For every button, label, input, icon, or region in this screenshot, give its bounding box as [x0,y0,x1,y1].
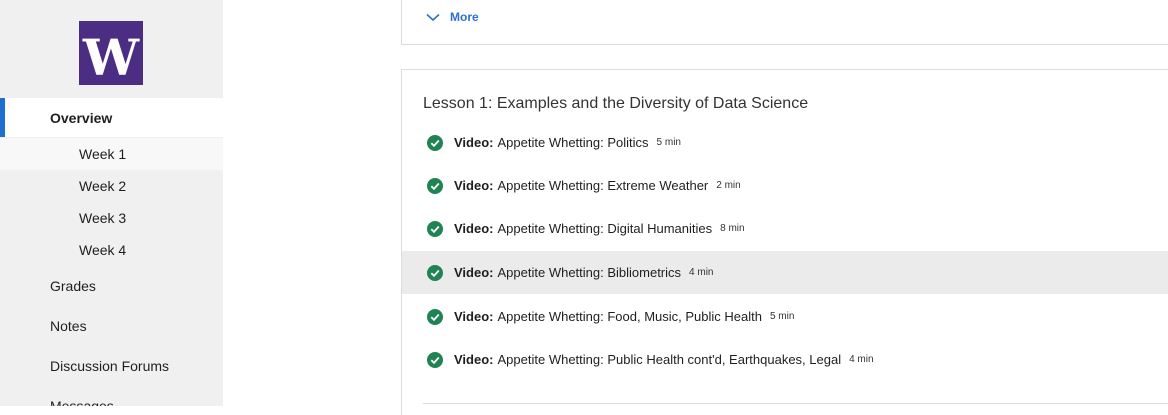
divider [423,403,1168,404]
item-title: Appetite Whetting: Extreme Weather [497,178,709,193]
svg-text:W: W [82,28,140,85]
check-circle-icon [427,221,443,237]
w-logo-icon: W [82,28,140,85]
item-duration: 2 min [716,180,741,191]
sidebar-item-discussion-forums[interactable]: Discussion Forums [0,346,223,386]
sidebar-item-label: Notes [50,318,87,334]
sidebar-item-week-3[interactable]: Week 3 [0,202,223,234]
item-duration: 5 min [656,137,681,148]
check-circle-icon [427,352,443,368]
check-circle-icon [427,265,443,281]
check-circle-icon [427,135,443,151]
lesson-item-2[interactable]: Video: Appetite Whetting: Extreme Weathe… [402,164,1168,207]
item-title: Appetite Whetting: Bibliometrics [497,265,682,280]
sidebar: W Overview Week 1 Week 2 Week 3 Week 4 G… [0,0,223,406]
lesson-item-1[interactable]: Video: Appetite Whetting: Politics 5 min [402,121,1168,164]
lesson-item-4[interactable]: Video: Appetite Whetting: Bibliometrics … [402,251,1168,294]
sidebar-item-label: Week 1 [79,146,127,162]
sidebar-item-label: Discussion Forums [50,358,170,374]
item-duration: 5 min [769,311,795,322]
item-type-label: Video: [454,221,494,236]
sidebar-item-week-4[interactable]: Week 4 [0,234,223,266]
item-title: Appetite Whetting: Digital Humanities [497,221,713,236]
item-duration: 4 min [689,267,714,278]
item-type-label: Video: [454,178,494,193]
item-title: Appetite Whetting: Politics [497,135,649,150]
sidebar-item-label: Grades [50,278,96,294]
sidebar-item-label: Week 3 [79,210,127,226]
lesson-title: Lesson 1: Examples and the Diversity of … [423,95,809,112]
previous-card: More [401,0,1168,45]
sidebar-item-week-1[interactable]: Week 1 [0,138,223,170]
sidebar-item-notes[interactable]: Notes [0,306,223,346]
sidebar-item-week-2[interactable]: Week 2 [0,170,223,202]
item-title: Appetite Whetting: Public Health cont'd,… [497,352,842,367]
item-duration: 4 min [849,354,874,365]
lesson-item-3[interactable]: Video: Appetite Whetting: Digital Humani… [402,207,1168,250]
sidebar-item-overview[interactable]: Overview [0,98,223,137]
check-circle-icon [427,309,443,325]
university-logo[interactable]: W [79,21,143,85]
item-type-label: Video: [454,309,494,324]
item-type-label: Video: [454,352,494,367]
sidebar-item-grades[interactable]: Grades [0,266,223,306]
more-label: More [450,10,479,24]
sidebar-item-label: Overview [50,109,113,126]
sidebar-item-label: Messages [50,398,114,406]
sidebar-item-messages[interactable]: Messages [0,386,223,406]
item-type-label: Video: [454,265,494,280]
sidebar-item-label: Week 2 [79,178,127,194]
item-duration: 8 min [720,223,745,234]
lesson-item-5[interactable]: Video: Appetite Whetting: Food, Music, P… [402,295,1168,338]
lesson-item-6[interactable]: Video: Appetite Whetting: Public Health … [402,338,1168,381]
check-circle-icon [427,178,443,194]
lesson-card: Lesson 1: Examples and the Diversity of … [401,69,1168,415]
more-button[interactable]: More [426,8,479,26]
sidebar-item-label: Week 4 [79,242,127,258]
item-type-label: Video: [454,135,494,150]
item-title: Appetite Whetting: Food, Music, Public H… [497,309,762,324]
chevron-down-icon [426,13,440,21]
